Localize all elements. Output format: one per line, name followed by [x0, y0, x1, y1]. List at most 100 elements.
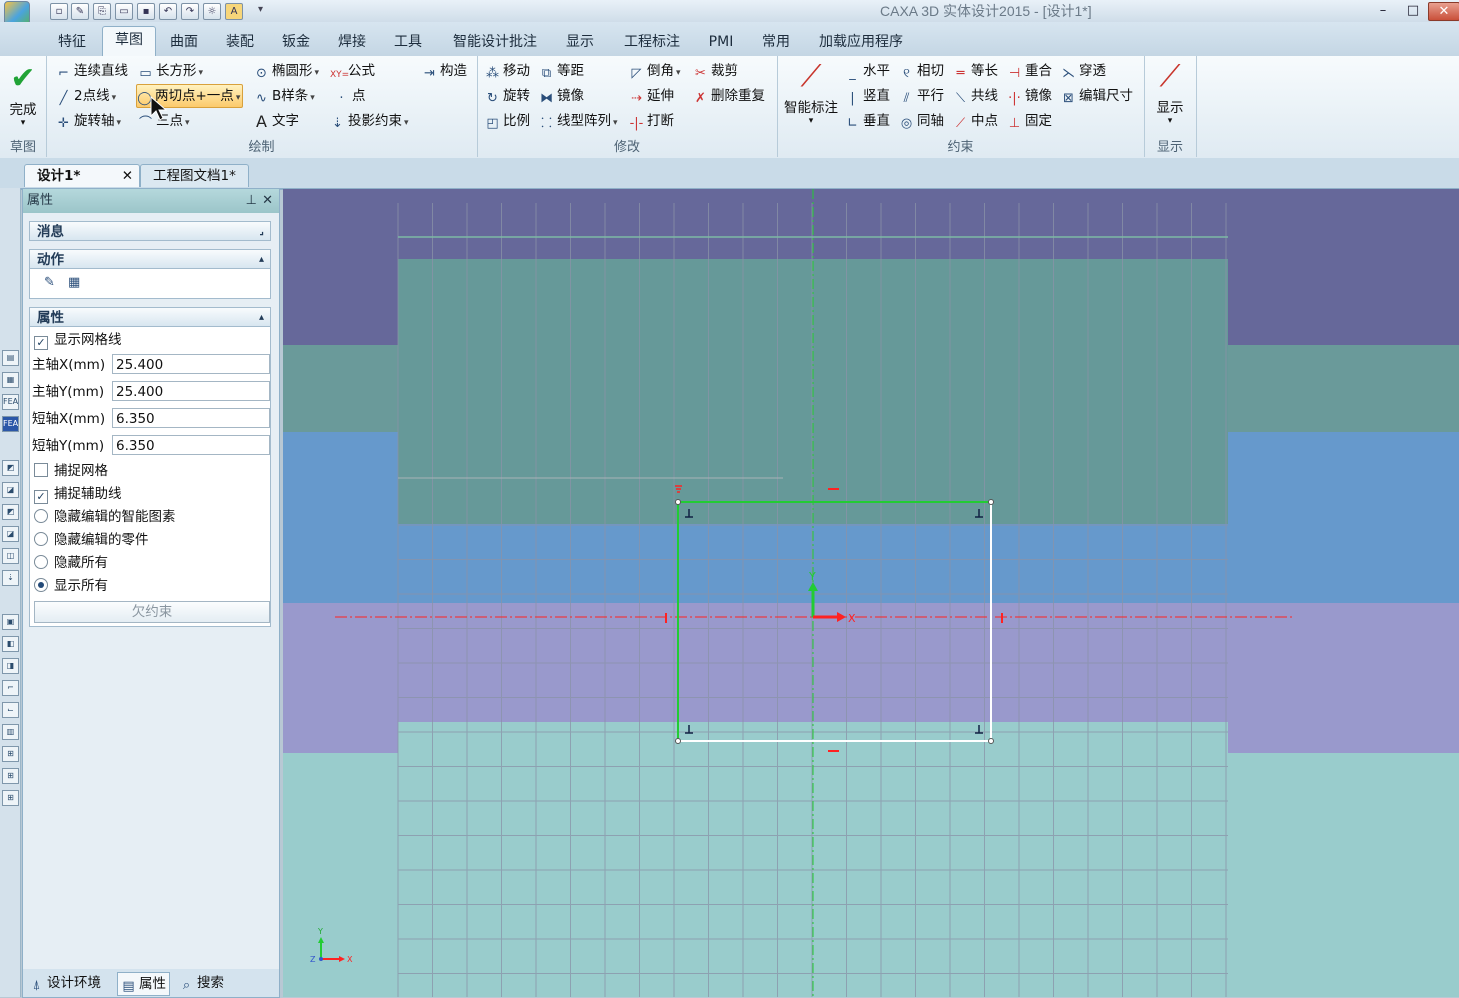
maximize-icon[interactable]: □ [1398, 2, 1428, 19]
tab-addins[interactable]: 加载应用程序 [812, 31, 910, 53]
solid-icon[interactable]: ◨ [2, 658, 19, 674]
table-action-icon[interactable]: ▦ [68, 275, 80, 290]
tab-design-environment[interactable]: ⍋ 设计环境 [29, 972, 101, 994]
coincident-button[interactable]: ⊣ 重合 [1007, 60, 1052, 82]
extend-button[interactable]: ⇢ 延伸 [629, 85, 674, 107]
collapse-icon[interactable]: ▴ [259, 308, 264, 328]
tab-search[interactable]: ⌕ 搜索 [179, 972, 224, 994]
minor-y-input[interactable]: 6.350 [112, 435, 270, 455]
radio-show-all[interactable]: 显示所有 [34, 575, 108, 597]
tab-assembly[interactable]: 装配 [218, 31, 262, 53]
radio-hide-edited-smart[interactable]: 隐藏编辑的智能图素 [34, 506, 176, 528]
undo-icon[interactable]: ↶ [159, 3, 177, 20]
close-panel-icon[interactable]: ✕ [262, 189, 273, 213]
tab-sketch[interactable]: 草图 [102, 26, 156, 58]
tab-weld[interactable]: 焊接 [330, 31, 374, 53]
concentric-button[interactable]: ◎ 同轴 [899, 110, 944, 132]
perpendicular-button[interactable]: ∟ 垂直 [845, 110, 890, 132]
offset-button[interactable]: ⧉ 等距 [539, 60, 584, 82]
mirror-button[interactable]: ⧓ 镜像 [539, 85, 584, 107]
part-icon[interactable]: ◩ [2, 460, 19, 476]
fea-icon[interactable]: FEA [2, 394, 19, 410]
close-tab-icon[interactable]: ✕ [122, 165, 133, 187]
new-file-icon[interactable]: ▫ [50, 3, 68, 20]
chamfer-button[interactable]: ◸ 倒角 ▾ [629, 60, 681, 82]
move-button[interactable]: ⁂ 移动 [485, 60, 530, 82]
part-icon[interactable]: ⇣ [2, 570, 19, 586]
break-button[interactable]: -|- 打断 [629, 110, 674, 132]
tab-display[interactable]: 显示 [558, 31, 602, 53]
snap-grid-checkbox[interactable]: 捕捉网格 [34, 460, 108, 482]
pierce-button[interactable]: ⋋ 穿透 [1061, 60, 1106, 82]
doc-tab-drawing[interactable]: 工程图文档1* [140, 164, 249, 187]
rotate-button[interactable]: ↻ 旋转 [485, 85, 530, 107]
solid-icon[interactable]: ▥ [2, 724, 19, 740]
mirror-constraint-button[interactable]: ·|· 镜像 [1007, 85, 1052, 107]
solid-icon[interactable]: ⌙ [2, 702, 19, 718]
radio-hide-edited-part[interactable]: 隐藏编辑的零件 [34, 529, 149, 551]
display-button[interactable]: ⟋ 显示 ▾ [1148, 60, 1192, 127]
edit-action-icon[interactable]: ✎ [44, 275, 55, 290]
tab-smart-annotation[interactable]: 智能设计批注 [445, 31, 545, 53]
grid-icon[interactable]: ⊞ [2, 768, 19, 784]
rectangle-button[interactable]: ▭ 长方形 ▾ [138, 60, 203, 82]
horizontal-button[interactable]: _ 水平 [845, 60, 890, 82]
pin-icon[interactable]: ⊥ [246, 189, 257, 213]
tab-tools[interactable]: 工具 [386, 31, 430, 53]
vertex-point[interactable] [988, 738, 994, 744]
save-icon[interactable]: ▪ [137, 3, 155, 20]
fea-result-icon[interactable]: FEA [2, 416, 19, 432]
tab-properties[interactable]: ▤ 属性 [117, 972, 170, 996]
smart-dimension-button[interactable]: ⟋ 智能标注 ▾ [781, 60, 841, 127]
minor-x-input[interactable]: 6.350 [112, 408, 270, 428]
formula-button[interactable]: XY=公式 [330, 60, 375, 82]
tab-feature[interactable]: 特征 [50, 31, 94, 53]
equal-button[interactable]: ═ 等长 [953, 60, 998, 82]
radio-hide-all[interactable]: 隐藏所有 [34, 552, 108, 574]
fix-button[interactable]: ⊥ 固定 [1007, 110, 1052, 132]
vertical-button[interactable]: | 竖直 [845, 85, 890, 107]
point-button[interactable]: · 点 [334, 85, 365, 107]
linear-pattern-button[interactable]: ⸬ 线型阵列 ▾ [539, 110, 617, 132]
two-point-line-button[interactable]: ╱ 2点线 ▾ [56, 85, 117, 107]
show-grid-checkbox[interactable]: ✓ 显示网格线 [34, 329, 122, 351]
sketch-viewport[interactable]: X Y Y Z X [283, 189, 1459, 997]
doc-tab-design[interactable]: 设计1* ✕ [24, 164, 140, 187]
solid-icon[interactable]: ▣ [2, 614, 19, 630]
solid-icon[interactable]: ⌐ [2, 680, 19, 696]
settings-icon[interactable]: ☼ [203, 3, 221, 20]
part-icon[interactable]: ◪ [2, 526, 19, 542]
collinear-button[interactable]: ⟍ 共线 [953, 85, 998, 107]
construct-button[interactable]: ⇥ 构造 [422, 60, 467, 82]
close-window-icon[interactable]: ✕ [1428, 2, 1459, 21]
grid-icon[interactable]: ⊞ [2, 790, 19, 806]
grid-icon[interactable]: ⊞ [2, 746, 19, 762]
tab-surface[interactable]: 曲面 [162, 31, 206, 53]
folder-icon[interactable]: ▭ [115, 3, 133, 20]
sketch-canvas[interactable]: X Y Y Z X [283, 189, 1459, 997]
tab-sheetmetal[interactable]: 钣金 [274, 31, 318, 53]
part-icon[interactable]: ◪ [2, 482, 19, 498]
tab-pmi[interactable]: PMI [700, 31, 742, 53]
solid-icon[interactable]: ◧ [2, 636, 19, 652]
redo-icon[interactable]: ↷ [181, 3, 199, 20]
properties-section-header[interactable]: 属性 ▴ [29, 307, 271, 327]
major-x-input[interactable]: 25.400 [112, 354, 270, 374]
collapse-icon[interactable]: ▴ [259, 250, 264, 270]
tab-common[interactable]: 常用 [754, 31, 798, 53]
vertex-point[interactable] [675, 738, 681, 744]
major-y-input[interactable]: 25.400 [112, 381, 270, 401]
minimize-icon[interactable]: – [1368, 2, 1398, 19]
text-button[interactable]: A 文字 [254, 110, 299, 132]
ellipse-button[interactable]: ⊙ 椭圆形 ▾ [254, 60, 319, 82]
action-section-header[interactable]: 动作 ▴ [29, 249, 271, 269]
new-drawing-icon[interactable]: ✎ [71, 3, 89, 20]
strip-tool-icon[interactable]: ▤ [2, 350, 19, 366]
polyline-button[interactable]: ⌐ 连续直线 [56, 60, 128, 82]
snap-aux-checkbox[interactable]: ✓ 捕捉辅助线 [34, 483, 122, 505]
delete-duplicate-button[interactable]: ✗ 删除重复 [693, 85, 765, 107]
part-icon[interactable]: ◩ [2, 504, 19, 520]
project-constraint-button[interactable]: ⇣ 投影约束 ▾ [330, 110, 408, 132]
library-icon[interactable]: A [225, 3, 243, 20]
trim-button[interactable]: ✂ 裁剪 [693, 60, 738, 82]
